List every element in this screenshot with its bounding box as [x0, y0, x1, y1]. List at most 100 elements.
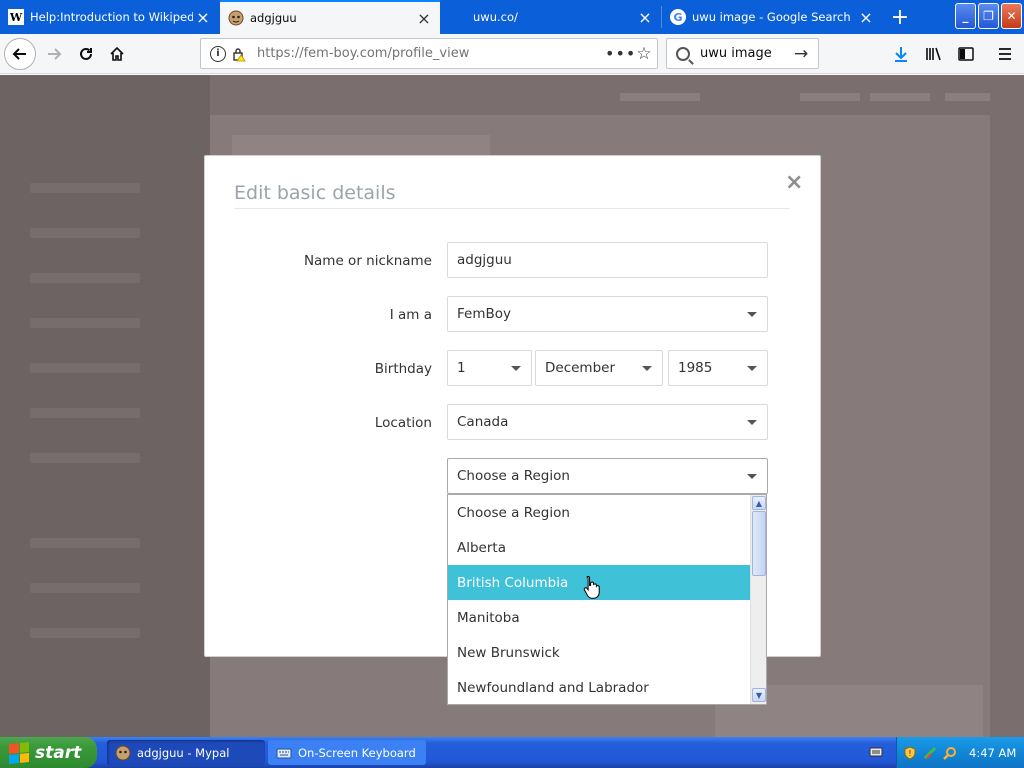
- sidebar-placeholder: [30, 453, 140, 463]
- chevron-down-icon: [511, 366, 521, 371]
- menu-button[interactable]: [990, 38, 1020, 69]
- gender-select-value: FemBoy: [457, 306, 511, 322]
- address-bar[interactable]: i https://fem-boy.com/profile_view ••• ☆: [200, 38, 658, 69]
- tab-strip: W Help:Introduction to Wikipedia - W × a…: [0, 0, 1024, 34]
- sidebar-icon: [958, 46, 974, 61]
- tab-title: Help:Introduction to Wikipedia - W: [30, 10, 193, 24]
- search-icon: [676, 46, 690, 61]
- wikipedia-icon: W: [8, 9, 24, 25]
- region-dropdown-list: Choose a Region Alberta British Columbia…: [447, 494, 767, 705]
- birthday-day-select[interactable]: 1: [447, 350, 532, 386]
- info-icon[interactable]: i: [210, 45, 226, 62]
- reload-button[interactable]: [70, 38, 102, 70]
- region-option[interactable]: Choose a Region: [448, 495, 752, 530]
- keyboard-layout-icon[interactable]: [869, 745, 883, 759]
- region-select-value: Choose a Region: [457, 468, 570, 484]
- location-select[interactable]: Canada: [447, 404, 768, 440]
- taskbar-item-keyboard[interactable]: On-Screen Keyboard: [268, 740, 426, 765]
- url-text[interactable]: https://fem-boy.com/profile_view: [257, 46, 605, 61]
- library-icon: [926, 47, 941, 60]
- home-button[interactable]: [101, 38, 133, 70]
- start-button[interactable]: start: [0, 737, 97, 768]
- clock[interactable]: 4:47 AM: [969, 746, 1016, 760]
- tab-adgjguu[interactable]: adgjguu ×: [220, 0, 440, 34]
- scroll-up-arrow-icon[interactable]: ▲: [752, 496, 766, 510]
- window-close-button[interactable]: ✕: [1001, 3, 1022, 29]
- google-icon: G: [670, 9, 686, 25]
- svg-text:!: !: [908, 749, 911, 758]
- location-select-value: Canada: [457, 414, 509, 430]
- minimize-button[interactable]: _: [955, 3, 976, 29]
- content-placeholder: [232, 135, 490, 155]
- close-icon[interactable]: ×: [856, 8, 876, 27]
- close-icon[interactable]: ×: [414, 9, 434, 28]
- search-bar[interactable]: →: [666, 38, 819, 69]
- scroll-down-arrow-icon[interactable]: ▼: [752, 688, 766, 702]
- taskbar-item-mypal[interactable]: adgjguu - Mypal: [107, 740, 265, 765]
- birthday-label: Birthday: [374, 361, 432, 377]
- insecure-lock-icon[interactable]: [231, 46, 247, 62]
- scroll-thumb[interactable]: [752, 511, 766, 576]
- security-shield-icon[interactable]: !: [903, 745, 917, 760]
- system-tray: ! 4:47 AM: [896, 737, 1024, 768]
- modal-title: Edit basic details: [234, 182, 396, 204]
- search-input[interactable]: [700, 46, 792, 61]
- birthday-month-select[interactable]: December: [535, 350, 663, 386]
- tab-google-search[interactable]: G uwu image - Google Search ×: [662, 0, 882, 34]
- chevron-down-icon: [747, 312, 757, 317]
- birthday-year-select[interactable]: 1985: [668, 350, 768, 386]
- tab-title: uwu image - Google Search: [692, 10, 851, 24]
- sidebar-placeholder: [30, 273, 140, 283]
- sidebar-placeholder: [30, 318, 140, 328]
- modal-close-button[interactable]: ×: [785, 170, 803, 195]
- dropdown-scrollbar[interactable]: ▲ ▼: [750, 495, 766, 704]
- sidebar-placeholder: [30, 628, 140, 638]
- network-icon[interactable]: [923, 746, 937, 760]
- region-select[interactable]: Choose a Region: [447, 458, 768, 494]
- taskbar-item-label: On-Screen Keyboard: [298, 745, 416, 760]
- mypal-icon: [228, 10, 244, 26]
- home-icon: [110, 46, 124, 61]
- chevron-down-icon: [642, 366, 652, 371]
- gender-label: I am a: [389, 307, 432, 323]
- new-tab-button[interactable]: +: [886, 0, 914, 34]
- tab-title: adgjguu: [250, 11, 297, 25]
- tab-uwu[interactable]: uwu.co/ ×: [441, 0, 661, 34]
- page-sidebar: [0, 75, 210, 737]
- location-label: Location: [374, 415, 432, 431]
- download-arrow-icon: [895, 46, 907, 62]
- chevron-down-icon: [747, 420, 757, 425]
- tab-wikipedia[interactable]: W Help:Introduction to Wikipedia - W ×: [0, 0, 219, 34]
- search-go-arrow-icon[interactable]: →: [794, 44, 808, 64]
- sidebar-placeholder: [30, 538, 140, 548]
- region-option[interactable]: Alberta: [448, 530, 752, 565]
- name-input[interactable]: [457, 252, 767, 268]
- birthday-month-value: December: [545, 360, 616, 376]
- chevron-down-icon: [747, 366, 757, 371]
- region-option[interactable]: Manitoba: [448, 600, 752, 635]
- header-placeholder: [620, 93, 700, 101]
- header-placeholder: [945, 93, 990, 101]
- back-button[interactable]: [4, 38, 36, 70]
- close-icon[interactable]: ×: [635, 8, 655, 27]
- name-label: Name or nickname: [303, 253, 432, 269]
- forward-button[interactable]: [38, 38, 70, 70]
- birthday-year-value: 1985: [678, 360, 713, 376]
- start-label: start: [35, 742, 82, 763]
- region-option[interactable]: New Brunswick: [448, 635, 752, 670]
- page-actions-menu-icon[interactable]: •••: [605, 44, 635, 63]
- birthday-day-value: 1: [457, 360, 466, 376]
- tab-title: uwu.co/: [473, 10, 518, 24]
- hamburger-menu-icon: [999, 47, 1011, 60]
- magnifier-icon[interactable]: [943, 746, 957, 760]
- bookmark-star-icon[interactable]: ☆: [631, 44, 657, 64]
- region-option[interactable]: Newfoundland and Labrador: [448, 670, 752, 704]
- sidebar-placeholder: [30, 408, 140, 418]
- downloads-button[interactable]: [886, 38, 916, 69]
- sidebar-toggle-button[interactable]: [951, 38, 981, 69]
- restore-button[interactable]: ❐: [978, 3, 999, 29]
- library-button[interactable]: [919, 38, 949, 69]
- close-icon[interactable]: ×: [193, 8, 213, 27]
- name-field[interactable]: [447, 242, 768, 278]
- gender-select[interactable]: FemBoy: [447, 296, 768, 332]
